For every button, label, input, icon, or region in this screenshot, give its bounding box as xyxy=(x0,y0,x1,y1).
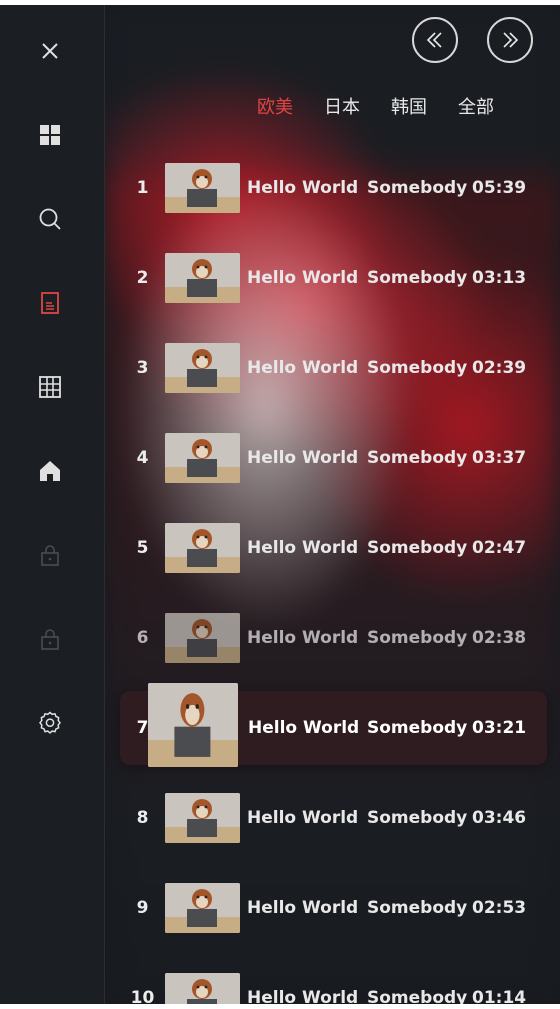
search-icon[interactable] xyxy=(32,201,68,237)
chevrons-right-icon xyxy=(503,32,519,48)
album-thumbnail xyxy=(165,883,240,933)
song-artist: Somebody xyxy=(367,178,468,198)
song-row[interactable]: 2 Hello World Somebody 03:13 xyxy=(105,243,560,313)
song-title: Hello World xyxy=(247,448,359,468)
song-duration: 02:47 xyxy=(472,538,527,558)
song-row[interactable]: 3 Hello World Somebody 02:39 xyxy=(105,333,560,403)
song-title: Hello World xyxy=(247,898,359,918)
song-artist: Somebody xyxy=(367,358,468,378)
settings-icon[interactable] xyxy=(32,705,68,741)
song-artist: Somebody xyxy=(367,718,468,738)
song-duration: 03:37 xyxy=(472,448,527,468)
song-title: Hello World xyxy=(248,718,360,738)
music-app: 欧美 日本 韩国 全部 1 Hello World Somebody 05:39 2 He… xyxy=(0,5,560,1004)
song-artist: Somebody xyxy=(367,808,468,828)
song-duration: 03:21 xyxy=(472,718,527,738)
album-thumbnail xyxy=(165,343,240,393)
song-duration: 05:39 xyxy=(472,178,527,198)
song-duration: 02:38 xyxy=(472,628,527,648)
song-title: Hello World xyxy=(247,808,359,828)
close-icon[interactable] xyxy=(32,33,68,69)
song-title: Hello World xyxy=(247,178,359,198)
tab-japan[interactable]: 日本 xyxy=(324,93,360,119)
song-row[interactable]: 10 Hello World Somebody 01:14 xyxy=(105,963,560,1004)
song-artist: Somebody xyxy=(367,448,468,468)
song-artist: Somebody xyxy=(367,628,468,648)
table-icon[interactable] xyxy=(32,369,68,405)
tab-western[interactable]: 欧美 xyxy=(257,93,293,119)
song-title: Hello World xyxy=(247,538,359,558)
song-artist: Somebody xyxy=(367,538,468,558)
sidebar xyxy=(0,5,105,1004)
album-thumbnail xyxy=(165,613,240,663)
song-row[interactable]: 6 Hello World Somebody 02:38 xyxy=(105,603,560,673)
song-duration: 01:14 xyxy=(472,988,527,1004)
region-tabs: 欧美 日本 韩国 全部 xyxy=(257,93,525,119)
song-artist: Somebody xyxy=(367,898,468,918)
song-duration: 02:53 xyxy=(472,898,527,918)
main-panel: 欧美 日本 韩国 全部 1 Hello World Somebody 05:39 2 He… xyxy=(105,5,560,1004)
previous-button[interactable] xyxy=(412,17,458,63)
tab-all[interactable]: 全部 xyxy=(458,93,494,119)
document-icon[interactable] xyxy=(32,285,68,321)
lock-icon[interactable] xyxy=(32,621,68,657)
album-thumbnail xyxy=(165,793,240,843)
song-artist: Somebody xyxy=(367,988,468,1004)
song-artist: Somebody xyxy=(367,268,468,288)
chevrons-left-icon xyxy=(426,32,442,48)
song-title: Hello World xyxy=(247,268,359,288)
album-thumbnail xyxy=(165,163,240,213)
grid-icon[interactable] xyxy=(32,117,68,153)
song-title: Hello World xyxy=(247,358,359,378)
album-thumbnail xyxy=(165,433,240,483)
song-duration: 02:39 xyxy=(472,358,527,378)
next-button[interactable] xyxy=(487,17,533,63)
song-row[interactable]: 5 Hello World Somebody 02:47 xyxy=(105,513,560,583)
album-thumbnail xyxy=(148,683,238,767)
song-title: Hello World xyxy=(247,988,359,1004)
song-row[interactable]: 7 Hello World Somebody 03:21 xyxy=(120,683,547,767)
song-row[interactable]: 9 Hello World Somebody 02:53 xyxy=(105,873,560,943)
album-thumbnail xyxy=(165,523,240,573)
song-row[interactable]: 8 Hello World Somebody 03:46 xyxy=(105,783,560,853)
song-row[interactable]: 1 Hello World Somebody 05:39 xyxy=(105,153,560,223)
home-icon[interactable] xyxy=(32,453,68,489)
song-row[interactable]: 4 Hello World Somebody 03:37 xyxy=(105,423,560,493)
album-thumbnail xyxy=(165,973,240,1004)
lock-icon[interactable] xyxy=(32,537,68,573)
album-thumbnail xyxy=(165,253,240,303)
song-duration: 03:46 xyxy=(472,808,527,828)
tab-korea[interactable]: 韩国 xyxy=(391,93,427,119)
song-duration: 03:13 xyxy=(472,268,527,288)
song-title: Hello World xyxy=(247,628,359,648)
